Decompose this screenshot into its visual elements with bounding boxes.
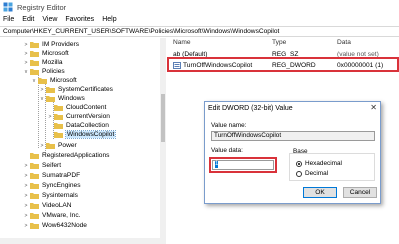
menu-favorites[interactable]: Favorites: [65, 16, 94, 23]
folder-icon: [54, 131, 63, 138]
address-bar[interactable]: Computer\HKEY_CURRENT_USER\SOFTWARE\Poli…: [0, 26, 399, 37]
tree-item[interactable]: CloudContent: [46, 103, 106, 112]
tree-item[interactable]: > Mozilla: [22, 58, 63, 67]
menu-edit[interactable]: Edit: [22, 16, 34, 23]
folder-icon: [30, 212, 39, 219]
chevron-right-icon[interactable]: >: [22, 163, 30, 169]
base-group: Hexadecimal Decimal: [289, 153, 375, 181]
hexadecimal-radio[interactable]: Hexadecimal: [296, 160, 342, 167]
title-bar: Registry Editor: [0, 0, 399, 14]
decimal-radio[interactable]: Decimal: [296, 170, 328, 177]
value-name-field[interactable]: TurnOffWindowsCopilot: [211, 131, 375, 141]
tree-item[interactable]: > Seifert: [22, 161, 61, 170]
folder-icon: [54, 122, 63, 129]
chevron-right-icon[interactable]: >: [38, 87, 46, 93]
tree-item[interactable]: > Power: [38, 141, 77, 150]
tree-horizontal-scrollbar[interactable]: [0, 238, 166, 244]
menu-file[interactable]: File: [3, 16, 14, 23]
folder-open-icon: [30, 68, 39, 75]
menu-view[interactable]: View: [42, 16, 57, 23]
folder-icon: [30, 182, 39, 189]
tree-item[interactable]: > Wow6432Node: [22, 221, 87, 230]
folder-icon: [30, 162, 39, 169]
radio-icon: [296, 170, 302, 177]
folder-open-icon: [46, 95, 55, 102]
tree-item[interactable]: > VMware, Inc.: [22, 211, 80, 220]
tree-item[interactable]: v Microsoft: [30, 76, 77, 85]
scrollbar-thumb[interactable]: [161, 94, 165, 142]
window-title: Registry Editor: [17, 2, 67, 12]
chevron-down-icon[interactable]: v: [30, 78, 38, 84]
tree-item[interactable]: > Sysinternals: [22, 191, 78, 200]
tree-item[interactable]: > Microsoft: [22, 49, 69, 58]
chevron-right-icon[interactable]: >: [22, 51, 30, 57]
radio-selected-icon: [296, 160, 302, 167]
highlight-box: [209, 157, 277, 173]
tree-item[interactable]: > SyncEngines: [22, 181, 81, 190]
chevron-down-icon[interactable]: v: [38, 96, 46, 102]
folder-icon: [30, 192, 39, 199]
registry-editor-icon: [3, 2, 13, 12]
tree-item[interactable]: > SystemCertificates: [38, 85, 113, 94]
edit-dword-dialog: Edit DWORD (32-bit) Value ✕ Value name: …: [204, 101, 381, 204]
folder-open-icon: [38, 77, 47, 84]
chevron-down-icon[interactable]: v: [22, 69, 30, 75]
folder-icon: [30, 222, 39, 229]
chevron-right-icon[interactable]: >: [22, 193, 30, 199]
chevron-right-icon[interactable]: >: [38, 143, 46, 149]
cancel-button[interactable]: Cancel: [343, 187, 377, 198]
folder-icon: [46, 142, 55, 149]
tree-item-windowscopilot[interactable]: WindowsCopilot: [46, 130, 117, 139]
chevron-right-icon[interactable]: >: [22, 213, 30, 219]
folder-icon: [30, 172, 39, 179]
registry-tree[interactable]: > IM Providers > Microsoft > Mozilla v P…: [0, 38, 166, 244]
tree-item[interactable]: > IM Providers: [22, 40, 79, 49]
tree-item[interactable]: DataCollection: [46, 121, 109, 130]
dialog-title: Edit DWORD (32-bit) Value: [208, 105, 293, 112]
folder-icon: [30, 41, 39, 48]
folder-icon: [54, 113, 63, 120]
menu-bar: File Edit View Favorites Help: [0, 14, 399, 25]
chevron-right-icon[interactable]: >: [46, 114, 54, 120]
ok-button[interactable]: OK: [303, 187, 337, 198]
tree-item[interactable]: > SumatraPDF: [22, 171, 80, 180]
tree-item[interactable]: RegisteredApplications: [22, 151, 109, 160]
chevron-right-icon[interactable]: >: [22, 223, 30, 229]
folder-icon: [30, 202, 39, 209]
folder-icon: [30, 59, 39, 66]
chevron-right-icon[interactable]: >: [22, 203, 30, 209]
folder-icon: [30, 152, 39, 159]
tree-vertical-scrollbar[interactable]: [160, 38, 166, 238]
folder-icon: [30, 50, 39, 57]
tree-item[interactable]: v Policies: [22, 67, 65, 76]
chevron-right-icon[interactable]: >: [22, 183, 30, 189]
close-icon[interactable]: ✕: [370, 103, 377, 112]
chevron-right-icon[interactable]: >: [22, 42, 30, 48]
chevron-right-icon[interactable]: >: [22, 173, 30, 179]
column-header-data[interactable]: Data: [337, 38, 351, 48]
tree-item[interactable]: v Windows: [38, 94, 85, 103]
chevron-right-icon[interactable]: >: [22, 60, 30, 66]
highlight-box: [167, 57, 399, 72]
value-data-label: Value data:: [211, 147, 243, 154]
tree-item[interactable]: > CurrentVersion: [46, 112, 110, 121]
folder-icon: [46, 86, 55, 93]
menu-help[interactable]: Help: [102, 16, 116, 23]
column-header-name[interactable]: Name: [173, 38, 191, 48]
column-header-type[interactable]: Type: [272, 38, 286, 48]
value-name-label: Value name:: [211, 122, 247, 129]
folder-icon: [54, 104, 63, 111]
tree-item[interactable]: > VideoLAN: [22, 201, 72, 210]
